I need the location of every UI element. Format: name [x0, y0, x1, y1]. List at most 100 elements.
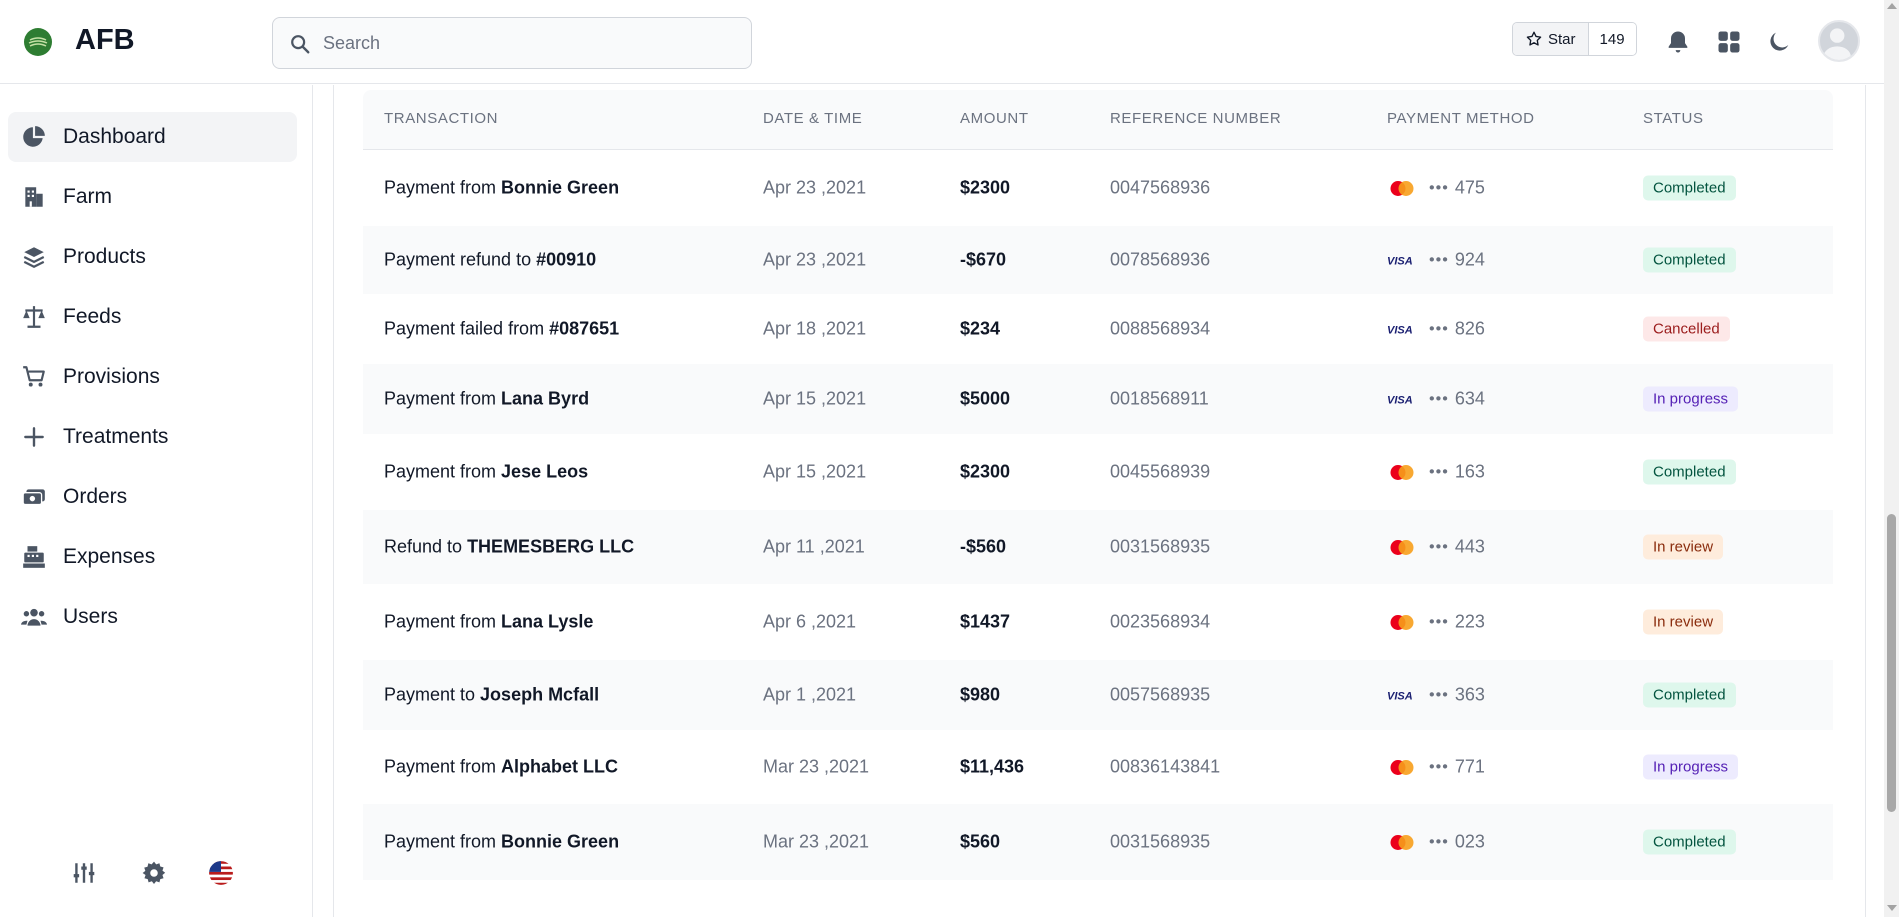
- transaction-party: Joseph Mcfall: [480, 684, 600, 705]
- table-row[interactable]: Payment from Jese Leos Apr 15 ,2021 $2300 0…: [363, 434, 1833, 510]
- sidebar-item-products[interactable]: Products: [8, 232, 297, 282]
- reference-cell: 0045568939: [1110, 461, 1211, 482]
- apps-grid-icon[interactable]: [1715, 28, 1743, 56]
- sidebar-item-provisions[interactable]: Provisions: [8, 352, 297, 402]
- transaction-cell: Payment from Alphabet LLC: [384, 757, 618, 778]
- card-last-digits: 223: [1454, 611, 1485, 632]
- date-cell: Apr 6 ,2021: [763, 611, 857, 632]
- transaction-prefix: Payment to: [384, 684, 481, 705]
- reference-cell: 00836143841: [1110, 756, 1221, 777]
- github-star-count[interactable]: 149: [1588, 23, 1636, 55]
- github-star-widget[interactable]: Star 149: [1512, 22, 1637, 56]
- transaction-cell: Payment from Bonnie Green: [384, 832, 619, 853]
- scroll-down-arrow[interactable]: [1887, 905, 1897, 911]
- sidebar-item-treatments[interactable]: Treatments: [8, 412, 297, 462]
- transaction-cell: Refund to THEMESBERG LLC: [384, 537, 634, 558]
- sidebar-item-feeds[interactable]: Feeds: [8, 292, 297, 342]
- masked-dots: •••: [1429, 833, 1449, 850]
- card-last-digits: 363: [1454, 684, 1485, 705]
- search-input[interactable]: [323, 18, 743, 68]
- transaction-party: #087651: [549, 318, 620, 339]
- transaction-cell: Payment to Joseph Mcfall: [384, 685, 599, 706]
- bell-icon[interactable]: [1664, 28, 1692, 56]
- transaction-cell: Payment from Lana Byrd: [384, 389, 589, 410]
- transaction-cell: Payment refund to #00910: [384, 250, 596, 271]
- table-row[interactable]: Payment refund to #00910 Apr 23 ,2021 -$67…: [363, 226, 1833, 294]
- reference-cell: 0078568936: [1110, 249, 1211, 270]
- scroll-up-arrow[interactable]: [1887, 3, 1897, 9]
- search-icon: [291, 35, 310, 54]
- transaction-prefix: Payment failed from: [384, 318, 550, 339]
- card-last-digits: 443: [1454, 536, 1485, 557]
- card-last-digits: 771: [1454, 756, 1485, 777]
- card-last-digits: 163: [1454, 461, 1485, 482]
- status-badge: Completed: [1643, 247, 1736, 273]
- table-row[interactable]: Payment from Bonnie Green Apr 23 ,2021 $23…: [363, 150, 1833, 226]
- sidebar-item-label: Farm: [63, 185, 112, 208]
- status-cell: Completed: [1643, 175, 1736, 201]
- masked-dots: •••: [1429, 179, 1449, 196]
- card-last-digits: 634: [1454, 388, 1485, 409]
- table-header: TRANSACTION DATE & TIME AMOUNT REFERENCE…: [363, 90, 1833, 150]
- sidebar-item-orders[interactable]: Orders: [8, 472, 297, 522]
- status-cell: Completed: [1643, 829, 1736, 855]
- transaction-cell: Payment from Bonnie Green: [384, 178, 619, 199]
- us-flag-icon[interactable]: [208, 860, 234, 886]
- status-cell: In review: [1643, 609, 1724, 635]
- transaction-party: THEMESBERG LLC: [467, 536, 635, 557]
- table-row[interactable]: Payment from Bonnie Green Mar 23 ,2021 $56…: [363, 804, 1833, 880]
- sliders-icon[interactable]: [71, 860, 97, 886]
- layers-icon: [23, 247, 45, 268]
- payment-method-cell: VISA ••• 924: [1387, 250, 1485, 271]
- gear-icon[interactable]: [141, 860, 167, 886]
- date-cell: Apr 1 ,2021: [763, 684, 857, 705]
- status-cell: Completed: [1643, 247, 1736, 273]
- card-last-digits: 475: [1454, 177, 1485, 198]
- sidebar-item-users[interactable]: Users: [8, 592, 297, 642]
- sidebar-item-farm[interactable]: Farm: [8, 172, 297, 222]
- logo-icon[interactable]: [24, 28, 52, 56]
- mastercard-icon: [1387, 757, 1417, 777]
- amount-cell: $2300: [960, 461, 1011, 482]
- scroll-thumb[interactable]: [1887, 514, 1896, 812]
- search-box[interactable]: [272, 17, 752, 69]
- svg-text:VISA: VISA: [1387, 255, 1413, 266]
- status-badge: In progress: [1643, 754, 1739, 780]
- payment-method-cell: ••• 163: [1387, 462, 1485, 483]
- table-row[interactable]: Refund to THEMESBERG LLC Apr 11 ,2021 -$56…: [363, 510, 1833, 584]
- amount-cell: $5000: [960, 388, 1011, 409]
- github-star-button[interactable]: Star: [1513, 23, 1589, 55]
- amount-cell: -$670: [960, 249, 1007, 270]
- table-row[interactable]: Payment to Joseph Mcfall Apr 1 ,2021 $980 0…: [363, 660, 1833, 730]
- brand-name[interactable]: AFB: [75, 24, 135, 57]
- table-row[interactable]: Payment from Alphabet LLC Mar 23 ,2021 $11…: [363, 730, 1833, 804]
- payment-method-cell: ••• 023: [1387, 832, 1485, 853]
- reference-cell: 0031568935: [1110, 536, 1211, 557]
- reference-cell: 0047568936: [1110, 177, 1211, 198]
- status-cell: Completed: [1643, 682, 1736, 708]
- mastercard-icon: [1387, 537, 1417, 557]
- date-cell: Mar 23 ,2021: [763, 831, 870, 852]
- transaction-prefix: Payment refund to: [384, 249, 537, 270]
- avatar[interactable]: [1818, 20, 1860, 62]
- scrollbar[interactable]: [1884, 0, 1899, 917]
- transaction-party: Bonnie Green: [501, 831, 620, 852]
- payment-method-cell: ••• 223: [1387, 612, 1485, 633]
- table-row[interactable]: Payment from Lana Lysle Apr 6 ,2021 $1437 0…: [363, 584, 1833, 660]
- card-last-digits: 826: [1454, 318, 1485, 339]
- column-header-transaction: TRANSACTION: [384, 110, 499, 127]
- table-row[interactable]: Payment from Lana Byrd Apr 15 ,2021 $5000 0…: [363, 364, 1833, 434]
- moon-icon[interactable]: [1765, 28, 1793, 56]
- table-row[interactable]: Payment failed from #087651 Apr 18 ,2021 $…: [363, 294, 1833, 364]
- transaction-prefix: Payment from: [384, 756, 502, 777]
- building-icon: [25, 187, 43, 207]
- transaction-party: Bonnie Green: [501, 177, 620, 198]
- sidebar-item-expenses[interactable]: Expenses: [8, 532, 297, 582]
- status-badge: Completed: [1643, 175, 1736, 201]
- sidebar-item-dashboard[interactable]: Dashboard: [8, 112, 297, 162]
- top-navbar: AFB Star 149: [0, 0, 1884, 84]
- visa-icon: VISA: [1387, 685, 1417, 705]
- mastercard-icon: [1387, 612, 1417, 632]
- transaction-prefix: Payment from: [384, 461, 502, 482]
- amount-cell: $11,436: [960, 756, 1025, 777]
